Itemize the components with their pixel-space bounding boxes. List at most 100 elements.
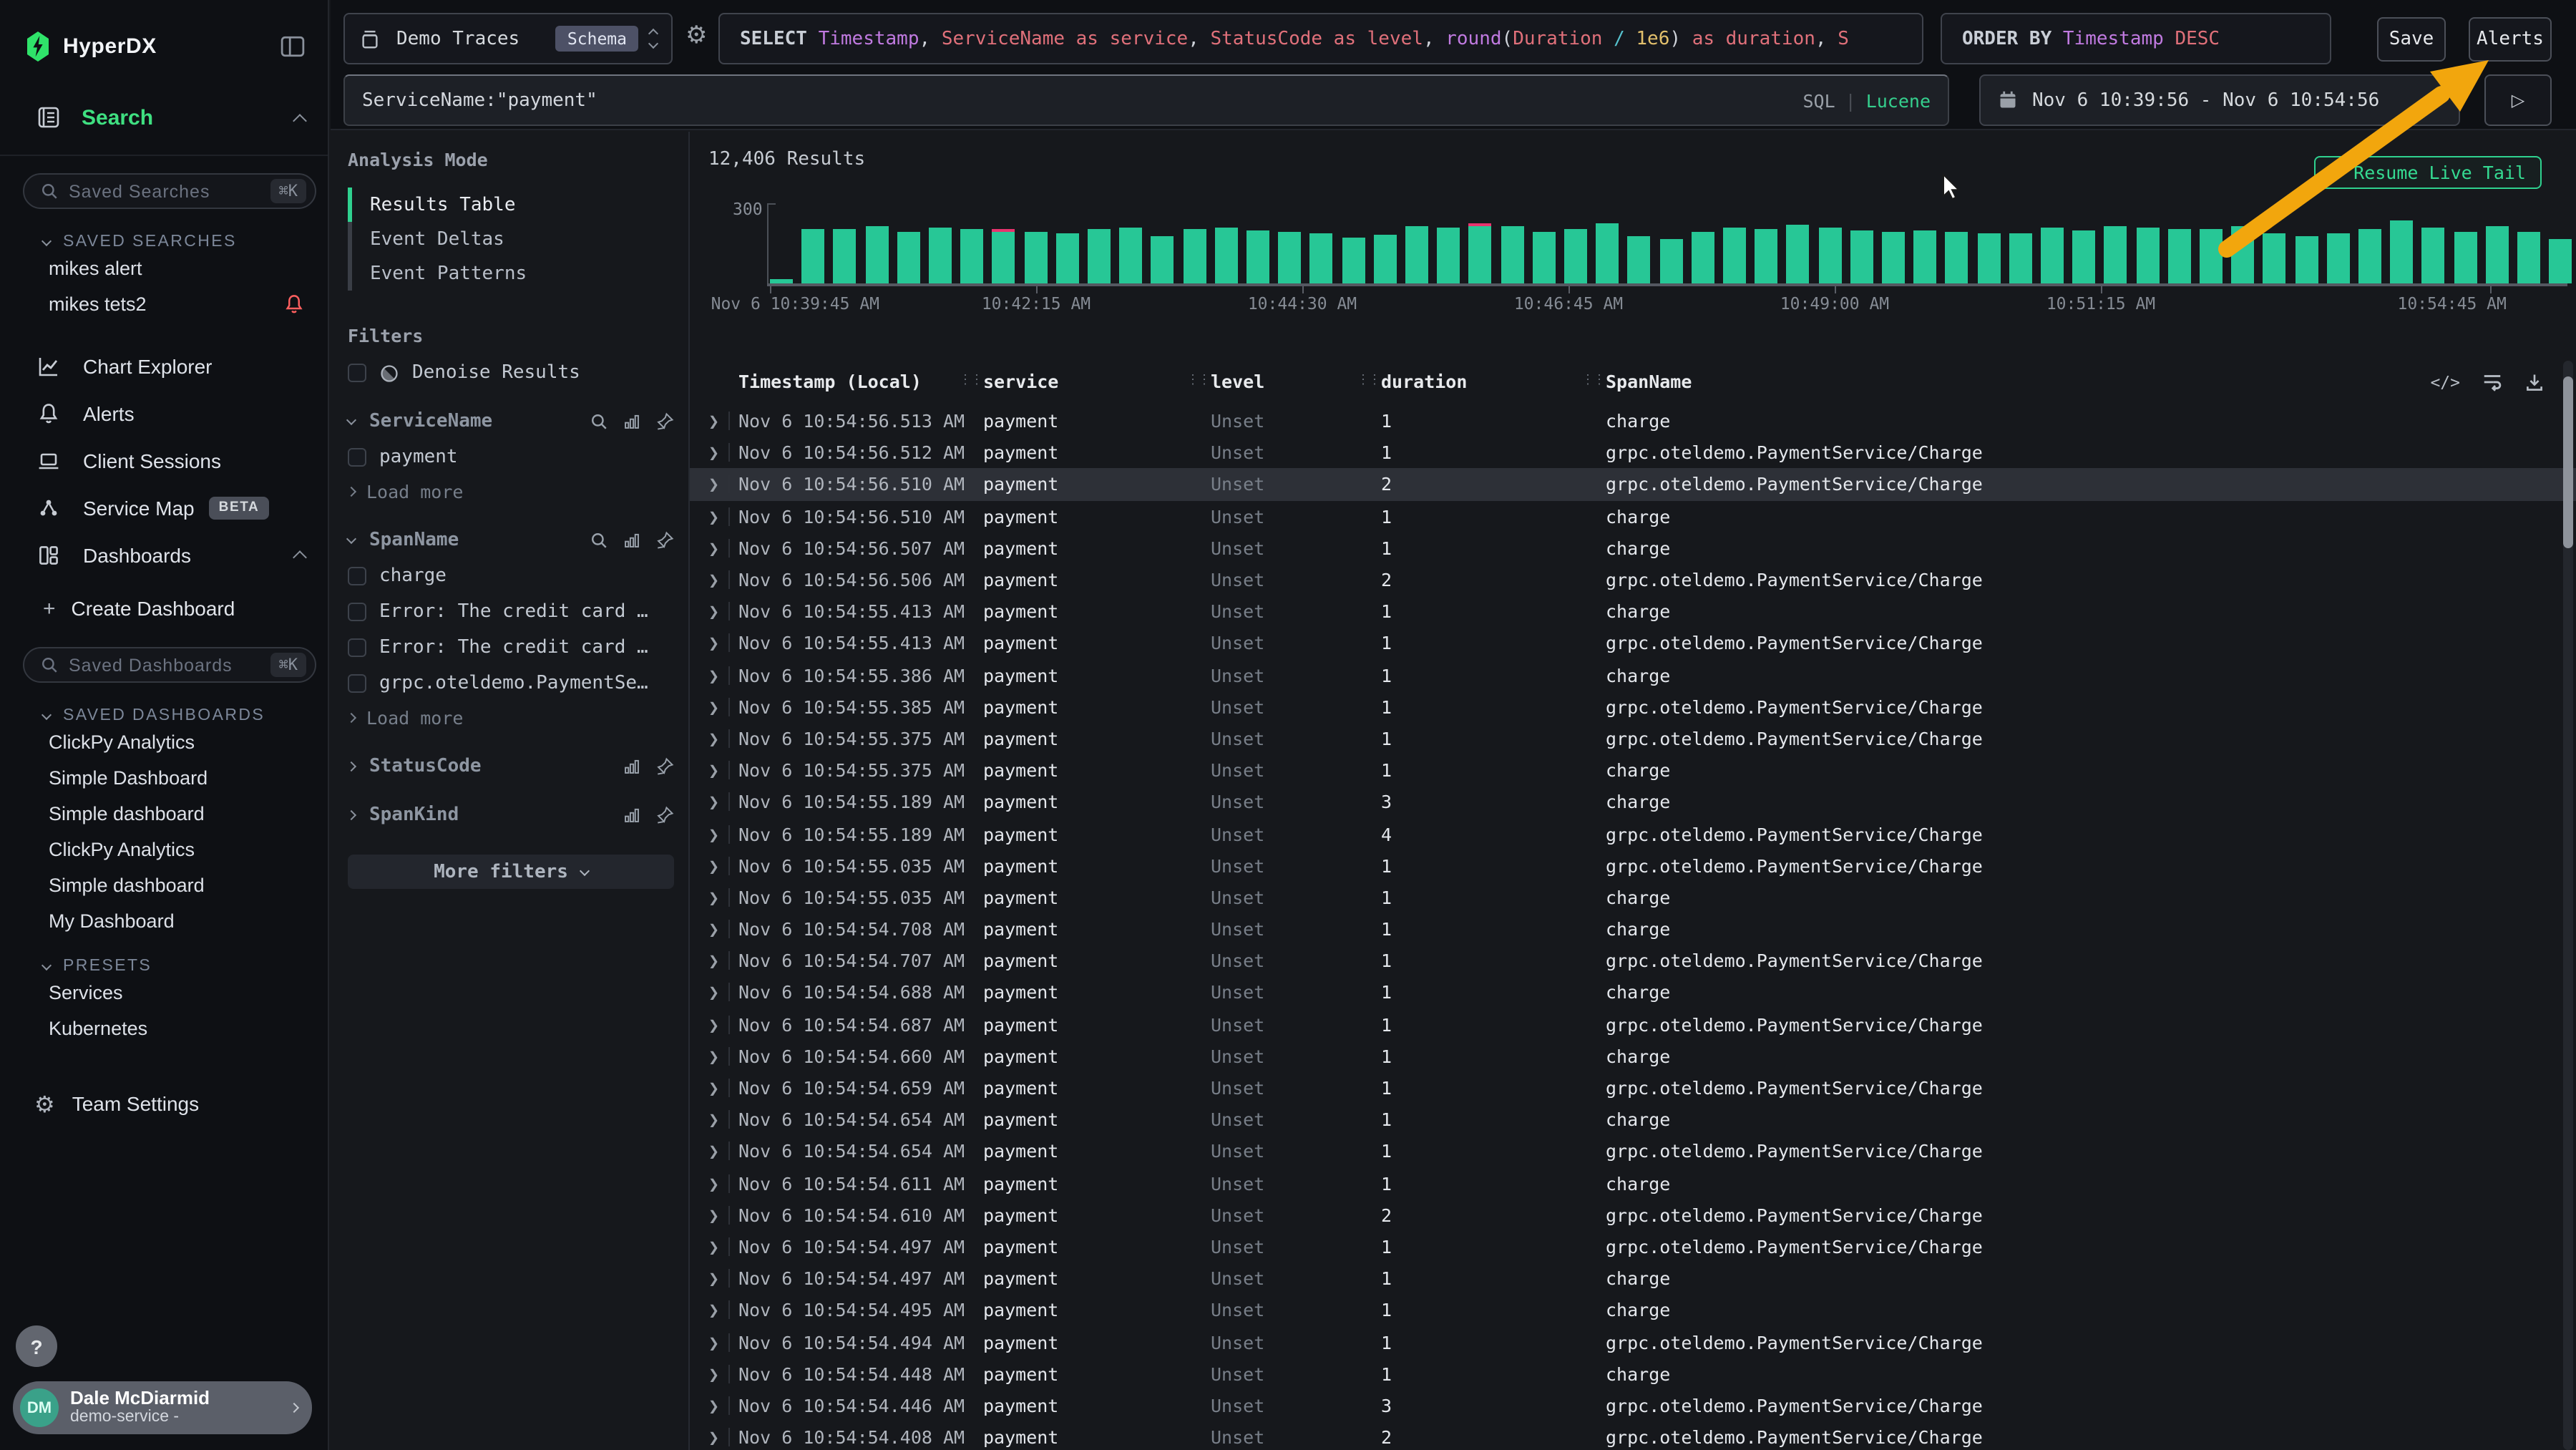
histogram-bar[interactable] xyxy=(960,230,983,283)
histogram-bar[interactable] xyxy=(1755,229,1777,283)
bar-chart-icon[interactable] xyxy=(623,806,641,824)
filter-group-statuscode[interactable]: StatusCode xyxy=(348,756,674,777)
checkbox[interactable] xyxy=(348,603,366,621)
drag-handle-icon[interactable]: ⋮⋮ xyxy=(1581,374,1604,388)
drag-handle-icon[interactable]: ⋮⋮ xyxy=(959,374,982,388)
histogram-bar[interactable] xyxy=(1533,231,1556,283)
expand-row-icon[interactable]: ❯ xyxy=(708,633,719,654)
download-icon[interactable] xyxy=(2524,371,2545,391)
table-row[interactable]: ❯Nov 6 10:54:55.375 AMpaymentUnset1grpc.… xyxy=(690,723,2576,754)
run-query-button[interactable]: ▷ xyxy=(2484,74,2552,126)
checkbox[interactable] xyxy=(348,448,366,467)
col-timestamp[interactable]: Timestamp (Local) xyxy=(738,371,922,392)
sidebar-toggle-icon[interactable] xyxy=(280,34,305,58)
expand-row-icon[interactable]: ❯ xyxy=(708,410,719,432)
lang-lucene[interactable]: Lucene xyxy=(1866,89,1931,111)
help-button[interactable]: ? xyxy=(16,1325,57,1367)
histogram-bar[interactable] xyxy=(1946,232,1968,283)
filter-group-spankind[interactable]: SpanKind xyxy=(348,804,674,826)
table-row[interactable]: ❯Nov 6 10:54:55.035 AMpaymentUnset1charg… xyxy=(690,882,2576,913)
analysis-mode-results-table[interactable]: Results Table xyxy=(348,188,674,222)
histogram-bar[interactable] xyxy=(2517,233,2540,283)
histogram-bar[interactable] xyxy=(1882,233,1905,283)
checkbox[interactable] xyxy=(348,638,366,657)
saved-search-item[interactable]: mikes alert xyxy=(0,250,328,286)
sidebar-item-dashboards[interactable]: Dashboards xyxy=(0,531,328,578)
analysis-mode-event-deltas[interactable]: Event Deltas xyxy=(348,222,674,256)
table-row[interactable]: ❯Nov 6 10:54:54.660 AMpaymentUnset1charg… xyxy=(690,1041,2576,1072)
gear-icon[interactable]: ⚙ xyxy=(686,21,708,50)
scrollbar-thumb[interactable] xyxy=(2563,376,2573,548)
pin-icon[interactable] xyxy=(655,757,674,776)
histogram-bar[interactable] xyxy=(2390,220,2413,283)
checkbox[interactable] xyxy=(348,364,366,382)
filter-group-servicename[interactable]: ServiceName xyxy=(348,411,674,432)
saved-searches-header[interactable]: SAVED SEARCHES xyxy=(0,233,328,250)
histogram-bar[interactable] xyxy=(992,228,1015,283)
histogram-bar[interactable] xyxy=(801,228,824,283)
checkbox[interactable] xyxy=(348,567,366,585)
histogram-bar[interactable] xyxy=(2072,230,2095,283)
col-level[interactable]: level xyxy=(1211,371,1264,392)
table-row[interactable]: ❯Nov 6 10:54:54.448 AMpaymentUnset1charg… xyxy=(690,1358,2576,1389)
sidebar-item-alerts[interactable]: Alerts xyxy=(0,389,328,437)
table-row[interactable]: ❯Nov 6 10:54:54.408 AMpaymentUnset2grpc.… xyxy=(690,1421,2576,1450)
results-histogram[interactable]: 300 Nov 6 10:39:45 AM10:42:15 AM10:44:30… xyxy=(690,202,2576,313)
table-row[interactable]: ❯Nov 6 10:54:54.654 AMpaymentUnset1grpc.… xyxy=(690,1136,2576,1167)
bar-chart-icon[interactable] xyxy=(623,412,641,431)
histogram-bar[interactable] xyxy=(1215,228,1238,283)
histogram-bar[interactable] xyxy=(1183,229,1206,283)
table-row[interactable]: ❯Nov 6 10:54:54.446 AMpaymentUnset3grpc.… xyxy=(690,1390,2576,1421)
sql-select-input[interactable]: SELECT Timestamp, ServiceName as service… xyxy=(718,13,1923,64)
pin-icon[interactable] xyxy=(655,412,674,431)
histogram-bar[interactable] xyxy=(1850,230,1873,283)
date-range-picker[interactable]: Nov 6 10:39:56 - Nov 6 10:54:56 xyxy=(1979,74,2460,126)
expand-row-icon[interactable]: ❯ xyxy=(708,569,719,590)
expand-row-icon[interactable]: ❯ xyxy=(708,1363,719,1384)
col-duration[interactable]: duration xyxy=(1381,371,1467,392)
col-service[interactable]: service xyxy=(983,371,1058,392)
table-row[interactable]: ❯Nov 6 10:54:55.189 AMpaymentUnset3charg… xyxy=(690,787,2576,818)
histogram-bar[interactable] xyxy=(1278,232,1301,283)
histogram-bar[interactable] xyxy=(2009,234,2032,283)
table-row[interactable]: ❯Nov 6 10:54:56.510 AMpaymentUnset1charg… xyxy=(690,500,2576,532)
dashboard-item[interactable]: Simple dashboard xyxy=(0,796,328,832)
histogram-bar[interactable] xyxy=(1977,233,2000,283)
histogram-bar[interactable] xyxy=(1437,228,1460,283)
table-row[interactable]: ❯Nov 6 10:54:56.506 AMpaymentUnset2grpc.… xyxy=(690,564,2576,595)
expand-row-icon[interactable]: ❯ xyxy=(708,696,719,718)
search-icon[interactable] xyxy=(590,412,608,431)
histogram-bar[interactable] xyxy=(1913,230,1936,283)
histogram-bar[interactable] xyxy=(865,225,888,283)
saved-dashboards-input[interactable]: Saved Dashboards ⌘K xyxy=(23,647,316,683)
expand-row-icon[interactable]: ❯ xyxy=(708,1300,719,1321)
histogram-bar[interactable] xyxy=(1723,228,1746,283)
histogram-bar[interactable] xyxy=(2549,240,2572,283)
filter-option[interactable]: payment xyxy=(348,447,674,468)
dashboard-item[interactable]: ClickPy Analytics xyxy=(0,724,328,760)
expand-row-icon[interactable]: ❯ xyxy=(708,823,719,845)
lang-sql[interactable]: SQL xyxy=(1802,89,1835,111)
checkbox[interactable] xyxy=(348,674,366,693)
expand-row-icon[interactable]: ❯ xyxy=(708,918,719,940)
user-menu[interactable]: DM Dale McDiarmid demo-service - xyxy=(13,1381,312,1434)
bar-chart-icon[interactable] xyxy=(623,757,641,776)
expand-row-icon[interactable]: ❯ xyxy=(708,1013,719,1035)
analysis-mode-event-patterns[interactable]: Event Patterns xyxy=(348,256,674,291)
histogram-bar[interactable] xyxy=(1374,234,1397,283)
dashboard-item[interactable]: My Dashboard xyxy=(0,903,328,939)
load-more-button[interactable]: Load more xyxy=(348,481,674,502)
expand-row-icon[interactable]: ❯ xyxy=(708,600,719,622)
sidebar-item-service-map[interactable]: Service MapBETA xyxy=(0,484,328,531)
expand-row-icon[interactable]: ❯ xyxy=(708,950,719,972)
histogram-bar[interactable] xyxy=(2422,228,2445,283)
table-row[interactable]: ❯Nov 6 10:54:54.659 AMpaymentUnset1grpc.… xyxy=(690,1072,2576,1104)
drag-handle-icon[interactable]: ⋮⋮ xyxy=(1357,374,1380,388)
preset-item[interactable]: Kubernetes xyxy=(0,1011,328,1046)
table-row[interactable]: ❯Nov 6 10:54:54.610 AMpaymentUnset2grpc.… xyxy=(690,1199,2576,1230)
table-row[interactable]: ❯Nov 6 10:54:55.386 AMpaymentUnset1charg… xyxy=(690,659,2576,691)
expand-row-icon[interactable]: ❯ xyxy=(708,887,719,908)
alerts-button[interactable]: Alerts xyxy=(2469,17,2552,62)
histogram-bar[interactable] xyxy=(1405,226,1428,283)
histogram-bar[interactable] xyxy=(1246,230,1269,283)
